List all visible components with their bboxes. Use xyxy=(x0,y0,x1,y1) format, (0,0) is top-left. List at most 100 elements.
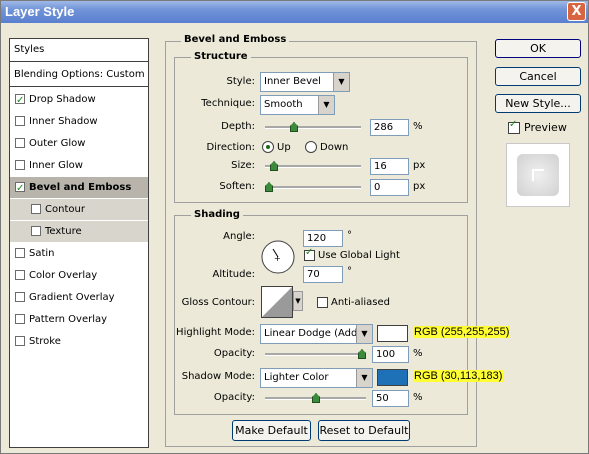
shadow-mode-select[interactable]: Lighter Color ▼ xyxy=(260,368,373,388)
gloss-contour-label: Gloss Contour: xyxy=(181,297,255,308)
soften-field[interactable]: 0 xyxy=(370,179,409,196)
angle-unit: ° xyxy=(347,230,352,241)
style-checkbox[interactable] xyxy=(15,178,25,199)
style-checkbox[interactable] xyxy=(15,138,25,148)
style-checkbox[interactable] xyxy=(15,116,25,126)
styles-list: Styles Blending Options: Custom Drop Sha… xyxy=(9,38,149,448)
style-item-label: Satin xyxy=(29,248,55,259)
depth-label: Depth: xyxy=(221,121,255,132)
style-checkbox[interactable] xyxy=(31,226,41,236)
slider-track xyxy=(265,165,361,168)
style-checkbox[interactable] xyxy=(15,292,25,302)
style-item[interactable]: Pattern Overlay xyxy=(10,309,148,330)
slider-track xyxy=(265,186,361,189)
shadow-rgb-note: RGB (30,113,183) xyxy=(413,370,504,382)
style-item[interactable]: Satin xyxy=(10,243,148,264)
style-item[interactable]: Drop Shadow xyxy=(10,89,148,111)
divider xyxy=(10,86,148,87)
depth-slider[interactable] xyxy=(265,122,361,132)
make-default-button[interactable]: Make Default xyxy=(232,420,311,441)
direction-down-radio[interactable] xyxy=(305,141,317,153)
style-item[interactable]: Inner Glow xyxy=(10,155,148,176)
style-checkbox[interactable] xyxy=(15,248,25,258)
style-item[interactable]: Outer Glow xyxy=(10,133,148,154)
styles-header[interactable]: Styles xyxy=(10,39,152,60)
gloss-contour-picker[interactable] xyxy=(261,286,293,318)
ok-button[interactable]: OK xyxy=(495,39,581,58)
style-item[interactable]: Gradient Overlay xyxy=(10,287,148,308)
slider-thumb[interactable] xyxy=(312,393,320,403)
anti-aliased-checkbox[interactable] xyxy=(317,297,328,308)
preview-checkbox[interactable] xyxy=(508,119,520,134)
highlight-opacity-slider[interactable] xyxy=(265,349,366,359)
style-checkbox[interactable] xyxy=(15,314,25,324)
highlight-mode-label: Highlight Mode: xyxy=(176,327,255,338)
preview-shape xyxy=(517,154,559,196)
style-item[interactable]: Contour xyxy=(10,199,148,220)
style-item-label: Gradient Overlay xyxy=(29,292,115,303)
highlight-opacity-field[interactable]: 100 xyxy=(372,346,409,363)
style-checkbox[interactable] xyxy=(15,270,25,280)
size-label: Size: xyxy=(231,160,255,171)
close-button[interactable]: X xyxy=(567,2,586,21)
global-light-checkbox[interactable] xyxy=(304,247,315,261)
shadow-opacity-slider[interactable] xyxy=(265,393,366,403)
style-item-label: Inner Shadow xyxy=(29,116,98,127)
angle-dial[interactable]: + xyxy=(260,239,296,275)
direction-up-radio[interactable] xyxy=(262,141,274,153)
style-item-label: Bevel and Emboss xyxy=(29,182,132,193)
svg-text:+: + xyxy=(274,254,281,263)
style-checkbox[interactable] xyxy=(15,336,25,346)
size-field[interactable]: 16 xyxy=(370,158,409,175)
reset-default-button[interactable]: Reset to Default xyxy=(318,420,410,441)
shadow-color-swatch[interactable] xyxy=(377,369,408,386)
style-item-label: Color Overlay xyxy=(29,270,98,281)
style-item[interactable]: Stroke xyxy=(10,331,148,352)
style-item[interactable]: Texture xyxy=(10,221,148,242)
style-checkbox[interactable] xyxy=(15,160,25,170)
style-checkbox[interactable] xyxy=(31,204,41,214)
technique-select[interactable]: Smooth ▼ xyxy=(260,95,335,115)
altitude-label: Altitude: xyxy=(212,269,255,280)
chevron-down-icon[interactable]: ▼ xyxy=(356,369,372,387)
altitude-unit: ° xyxy=(347,266,352,277)
style-item[interactable]: Inner Shadow xyxy=(10,111,148,132)
new-style-button[interactable]: New Style... xyxy=(495,94,581,113)
preview-thumbnail xyxy=(506,143,570,207)
chevron-down-icon[interactable]: ▼ xyxy=(333,73,349,91)
slider-thumb[interactable] xyxy=(358,349,366,359)
soften-unit: px xyxy=(413,181,426,192)
slider-thumb[interactable] xyxy=(290,122,298,132)
depth-field[interactable]: 286 xyxy=(370,119,409,136)
cancel-button[interactable]: Cancel xyxy=(495,67,581,86)
chevron-down-icon[interactable]: ▼ xyxy=(356,325,372,343)
title-bar[interactable]: Layer Style X xyxy=(1,1,588,23)
size-unit: px xyxy=(413,160,426,171)
style-item-label: Texture xyxy=(45,226,82,237)
bevel-emboss-title: Bevel and Emboss xyxy=(181,34,290,45)
style-item[interactable]: Color Overlay xyxy=(10,265,148,286)
size-slider[interactable] xyxy=(265,161,361,171)
soften-label: Soften: xyxy=(219,181,255,192)
depth-unit: % xyxy=(413,121,423,132)
highlight-color-swatch[interactable] xyxy=(377,325,408,342)
altitude-field[interactable]: 70 xyxy=(303,266,343,283)
slider-thumb[interactable] xyxy=(270,161,278,171)
slider-thumb[interactable] xyxy=(265,182,273,192)
divider xyxy=(10,61,148,62)
style-select[interactable]: Inner Bevel ▼ xyxy=(260,72,350,92)
technique-label: Technique: xyxy=(201,98,255,109)
shadow-opacity-field[interactable]: 50 xyxy=(372,390,409,407)
slider-track xyxy=(265,353,366,356)
angle-field[interactable]: 120 xyxy=(303,230,343,247)
style-item[interactable]: Bevel and Emboss xyxy=(10,177,148,199)
chevron-down-icon[interactable]: ▼ xyxy=(318,96,334,114)
style-checkbox[interactable] xyxy=(15,90,25,111)
style-value: Inner Bevel xyxy=(264,76,321,87)
chevron-down-icon[interactable]: ▼ xyxy=(293,291,303,311)
soften-slider[interactable] xyxy=(265,182,361,192)
style-item-label: Outer Glow xyxy=(29,138,86,149)
highlight-mode-select[interactable]: Linear Dodge (Add) ▼ xyxy=(260,324,373,344)
blending-options[interactable]: Blending Options: Custom xyxy=(10,64,152,85)
preview-mark xyxy=(532,169,544,181)
